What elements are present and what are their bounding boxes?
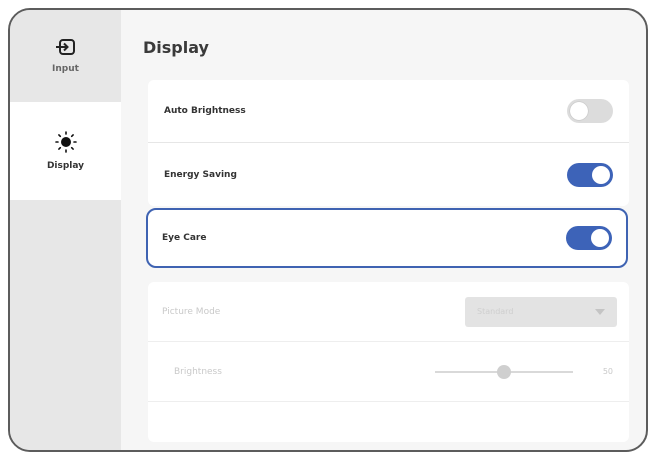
settings-window: Input Display Display Auto Brightness En… xyxy=(8,8,648,452)
toggle-knob xyxy=(592,165,610,184)
brightness-icon xyxy=(54,131,77,153)
toggle-knob xyxy=(591,229,609,247)
auto-brightness-label: Auto Brightness xyxy=(164,106,246,116)
sidebar-item-display[interactable]: Display xyxy=(10,102,121,200)
brightness-label: Brightness xyxy=(174,366,222,377)
energy-saving-toggle[interactable] xyxy=(567,162,613,187)
energy-saving-label: Energy Saving xyxy=(164,169,237,180)
auto-brightness-toggle[interactable] xyxy=(567,99,613,123)
disabled-settings-card: Picture Mode Standard Brightness 50 xyxy=(148,282,629,442)
sidebar-item-input[interactable]: Input xyxy=(10,10,121,102)
energy-saving-row[interactable]: Energy Saving xyxy=(148,143,629,206)
eye-care-toggle[interactable] xyxy=(566,226,612,250)
input-icon xyxy=(55,39,75,55)
brightness-row: Brightness 50 xyxy=(148,342,629,402)
settings-card: Auto Brightness Energy Saving xyxy=(148,80,629,206)
eye-care-label: Eye Care xyxy=(162,233,207,243)
brightness-value: 50 xyxy=(602,367,613,376)
auto-brightness-row[interactable]: Auto Brightness xyxy=(148,80,629,143)
sidebar: Input Display xyxy=(10,10,121,450)
toggle-knob xyxy=(570,102,588,120)
page-title: Display xyxy=(143,38,209,57)
chevron-down-icon xyxy=(595,308,605,315)
picture-mode-select: Standard xyxy=(465,296,617,327)
sidebar-item-input-label: Input xyxy=(52,64,79,74)
picture-mode-value: Standard xyxy=(477,307,514,316)
sidebar-item-display-label: Display xyxy=(46,161,85,171)
brightness-slider xyxy=(434,364,573,379)
eye-care-row[interactable]: Eye Care xyxy=(146,208,628,268)
picture-mode-label: Picture Mode xyxy=(162,306,221,317)
picture-mode-row: Picture Mode Standard xyxy=(148,282,629,342)
slider-thumb xyxy=(496,364,511,379)
